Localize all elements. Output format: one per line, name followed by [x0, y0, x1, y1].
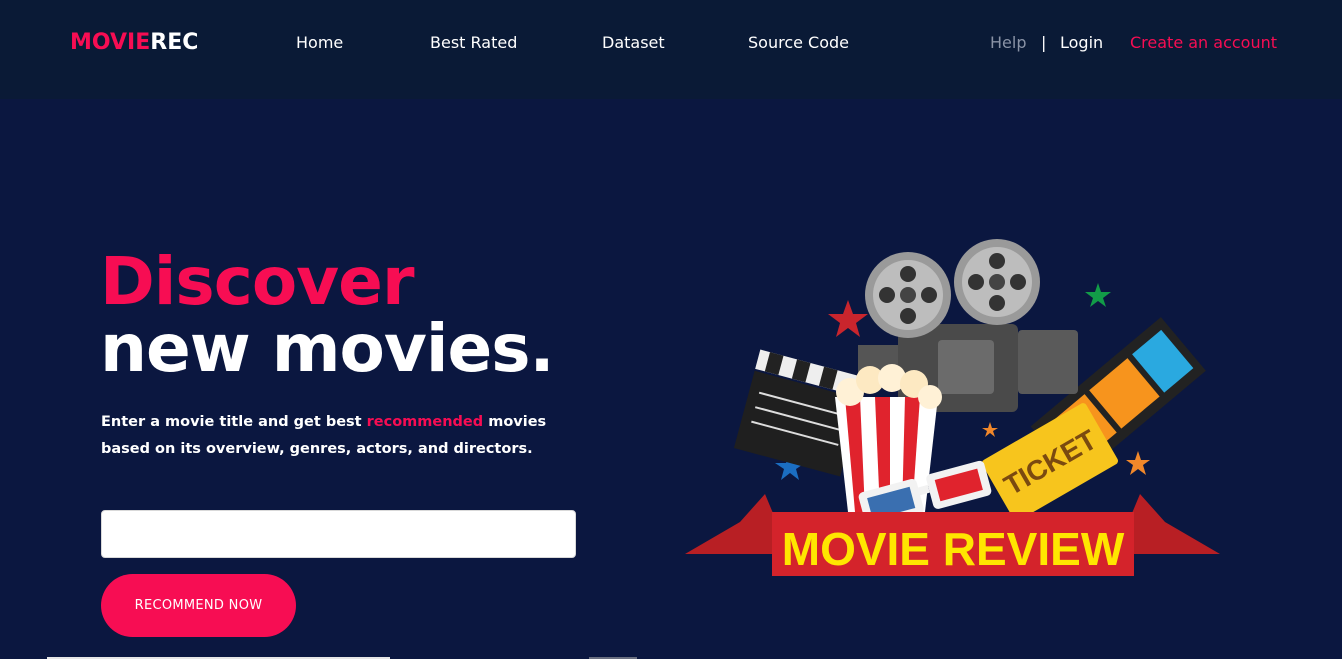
hero-description: Enter a movie title and get best recomme…	[101, 409, 591, 463]
brand-logo[interactable]: MOVIEREC	[70, 30, 198, 55]
nav-link-login[interactable]: Login	[1060, 33, 1103, 52]
movie-review-banner: MOVIE REVIEW	[685, 494, 1220, 576]
recommend-now-button[interactable]: RECOMMEND NOW	[101, 574, 296, 637]
hero-headline-new-movies: new movies.	[100, 310, 555, 387]
nav-link-home[interactable]: Home	[296, 33, 343, 52]
nav-separator: |	[1041, 33, 1047, 52]
nav-link-dataset[interactable]: Dataset	[602, 33, 665, 52]
green-star-icon	[1085, 283, 1111, 307]
banner-text: MOVIE REVIEW	[782, 523, 1125, 575]
orange-star-icon	[1126, 451, 1150, 475]
nav-link-source-code[interactable]: Source Code	[748, 33, 849, 52]
red-star-icon	[828, 300, 868, 337]
logo-part-rec: REC	[150, 30, 199, 55]
hero-description-start: Enter a movie title and get best	[101, 414, 367, 430]
movie-review-illustration: TICKET MOVIE REVIEW	[685, 239, 1220, 576]
navbar: MOVIEREC Home Best Rated Dataset Source …	[0, 0, 1342, 99]
hero-headline-discover: Discover	[100, 243, 414, 320]
logo-part-movie: MOVIE	[70, 30, 151, 55]
small-orange-star-icon	[982, 422, 998, 437]
nav-link-best-rated[interactable]: Best Rated	[430, 33, 517, 52]
movie-search-input[interactable]	[101, 510, 576, 558]
nav-link-create-account[interactable]: Create an account	[1130, 33, 1277, 52]
hero-description-highlight: recommended	[366, 414, 484, 430]
nav-link-help[interactable]: Help	[990, 33, 1026, 52]
